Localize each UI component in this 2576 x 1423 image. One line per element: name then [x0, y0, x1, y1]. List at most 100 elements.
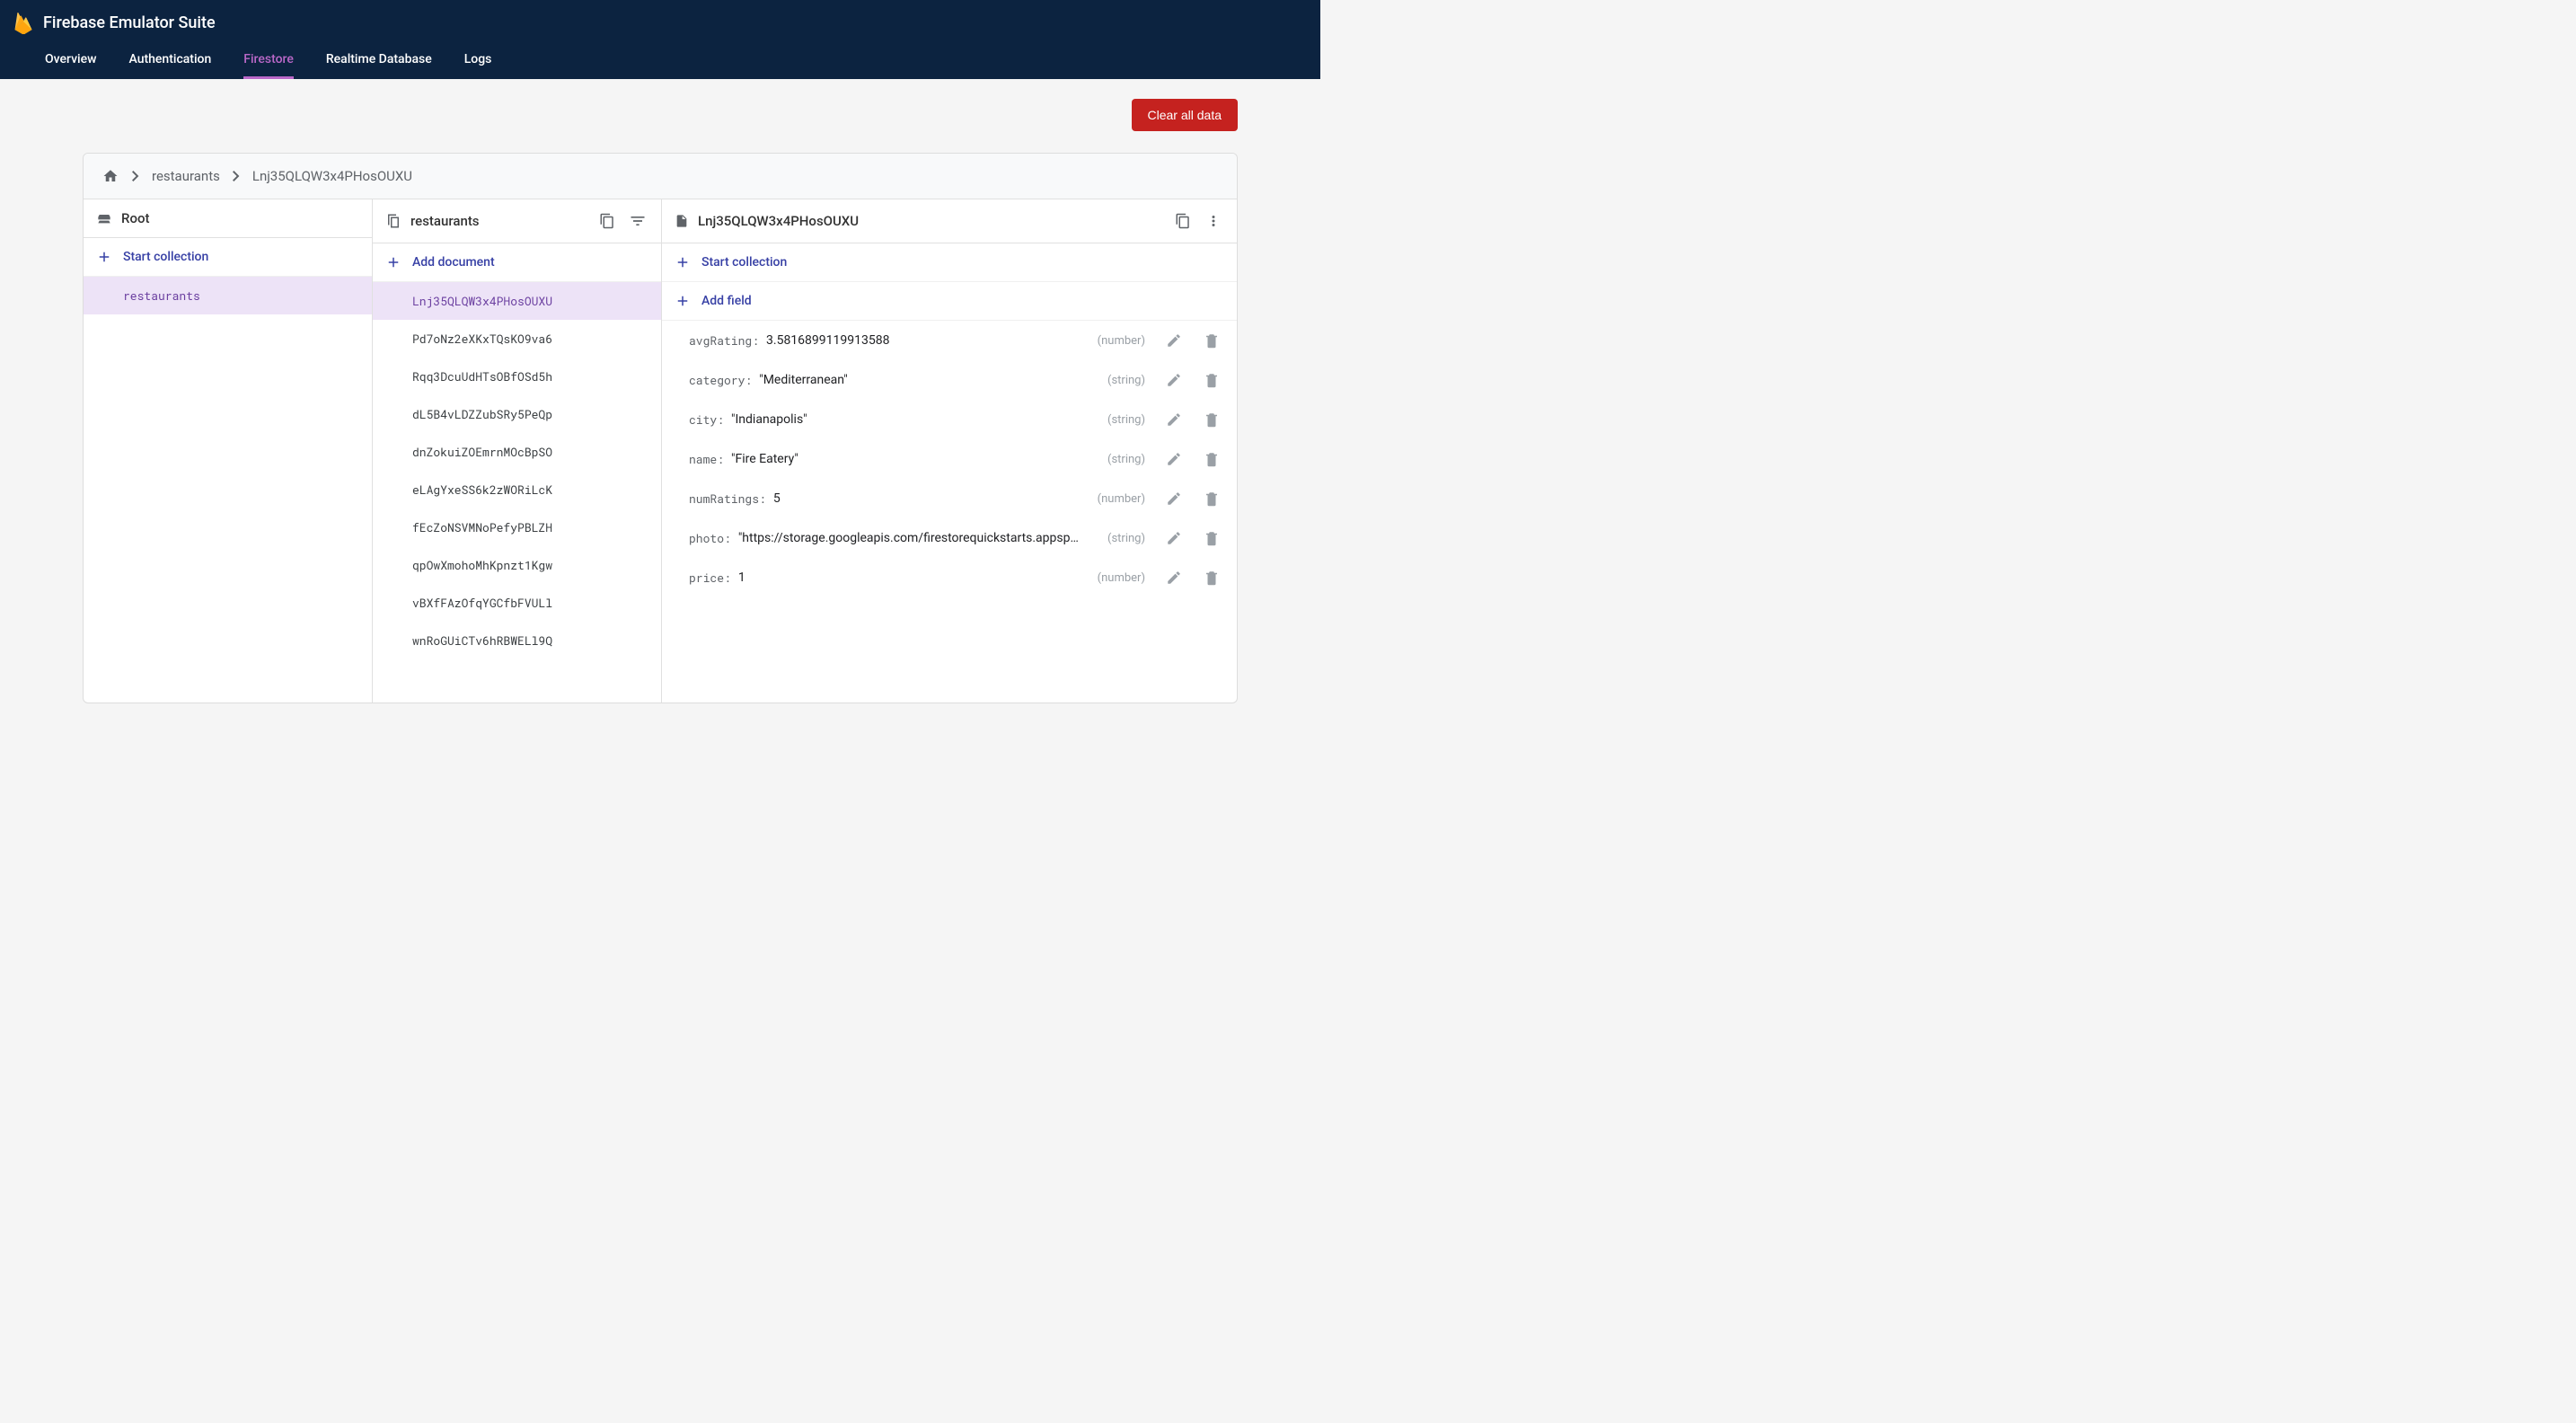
copy-button[interactable] — [1172, 210, 1194, 232]
documents-list: Lnj35QLQW3x4PHosOUXUPd7oNz2eXKxTQsKO9va6… — [373, 282, 661, 659]
document-panel-header: Lnj35QLQW3x4PHosOUXU — [662, 199, 1237, 243]
trash-icon — [1204, 332, 1220, 349]
start-collection-button[interactable]: Start collection — [84, 238, 372, 277]
field-type: (string) — [1107, 532, 1145, 545]
trash-icon — [1204, 411, 1220, 428]
pencil-icon — [1166, 332, 1182, 349]
document-item[interactable]: Lnj35QLQW3x4PHosOUXU — [373, 282, 661, 320]
field-type: (number) — [1098, 334, 1145, 348]
plus-icon — [675, 254, 691, 270]
breadcrumb-collection[interactable]: restaurants — [152, 168, 220, 184]
pencil-icon — [1166, 570, 1182, 586]
field-value: "Indianapolis" — [731, 412, 807, 427]
chevron-right-icon — [132, 171, 139, 181]
collection-item[interactable]: restaurants — [84, 277, 372, 314]
plus-icon — [96, 249, 112, 265]
document-icon — [675, 213, 689, 229]
document-panel: Lnj35QLQW3x4PHosOUXU Start collection Ad… — [662, 199, 1237, 703]
trash-icon — [1204, 530, 1220, 546]
document-item[interactable]: wnRoGUiCTv6hRBWELl9Q — [373, 622, 661, 659]
field-key: avgRating: — [689, 332, 759, 349]
document-item[interactable]: Pd7oNz2eXKxTQsKO9va6 — [373, 320, 661, 358]
database-icon — [96, 211, 112, 225]
document-item[interactable]: vBXfFAzOfqYGCfbFVULl — [373, 584, 661, 622]
root-panel-title: Root — [121, 210, 149, 226]
document-item[interactable]: fEcZoNSVMNoPefyPBLZH — [373, 508, 661, 546]
edit-field-button[interactable] — [1163, 488, 1185, 509]
clear-all-data-button[interactable]: Clear all data — [1132, 99, 1239, 131]
pencil-icon — [1166, 451, 1182, 467]
document-item[interactable]: dnZokuiZOEmrnMOcBpSO — [373, 433, 661, 471]
collections-list: restaurants — [84, 277, 372, 314]
delete-field-button[interactable] — [1201, 330, 1222, 351]
edit-field-button[interactable] — [1163, 567, 1185, 588]
field-key: numRatings: — [689, 491, 766, 507]
document-item[interactable]: dL5B4vLDZZubSRy5PeQp — [373, 395, 661, 433]
pencil-icon — [1166, 411, 1182, 428]
add-field-button[interactable]: Add field — [662, 282, 1237, 321]
breadcrumb-document[interactable]: Lnj35QLQW3x4PHosOUXU — [252, 168, 412, 184]
delete-field-button[interactable] — [1201, 488, 1222, 509]
pencil-icon — [1166, 530, 1182, 546]
tab-firestore[interactable]: Firestore — [243, 41, 294, 79]
field-key: price: — [689, 570, 731, 586]
delete-field-button[interactable] — [1201, 409, 1222, 430]
start-collection-label: Start collection — [701, 255, 787, 270]
nav-tabs: Overview Authentication Firestore Realtime … — [0, 41, 1320, 79]
field-row: price: 1 (number) — [662, 558, 1237, 597]
copy-button[interactable] — [596, 210, 618, 232]
field-row: numRatings:5(number) — [662, 479, 1237, 518]
field-value: "Fire Eatery" — [731, 452, 798, 466]
field-key: name: — [689, 451, 724, 467]
breadcrumb: restaurants Lnj35QLQW3x4PHosOUXU — [84, 154, 1237, 199]
field-type: (string) — [1107, 374, 1145, 387]
tab-realtime-database[interactable]: Realtime Database — [326, 41, 432, 79]
field-key: photo: — [689, 530, 731, 546]
more-menu-button[interactable] — [1203, 210, 1224, 232]
edit-field-button[interactable] — [1163, 527, 1185, 549]
collection-panel: restaurants Add document Lnj35QLQW3x4PHo… — [373, 199, 662, 703]
start-collection-button[interactable]: Start collection — [662, 243, 1237, 282]
root-panel: Root Start collection restaurants — [84, 199, 373, 703]
home-icon — [101, 168, 119, 184]
tab-overview[interactable]: Overview — [45, 41, 96, 79]
edit-field-button[interactable] — [1163, 330, 1185, 351]
field-row: city:"Indianapolis"(string) — [662, 400, 1237, 439]
filter-button[interactable] — [627, 210, 648, 232]
delete-field-button[interactable] — [1201, 527, 1222, 549]
field-value: 1 — [738, 570, 745, 585]
fields-list: avgRating:3.5816899119913588(number)cate… — [662, 321, 1237, 597]
edit-field-button[interactable] — [1163, 448, 1185, 470]
document-item[interactable]: eLAgYxeSS6k2zWORiLcK — [373, 471, 661, 508]
edit-field-button[interactable] — [1163, 409, 1185, 430]
trash-icon — [1204, 570, 1220, 586]
tab-logs[interactable]: Logs — [464, 41, 492, 79]
delete-field-button[interactable] — [1201, 369, 1222, 391]
add-document-label: Add document — [412, 255, 495, 270]
field-value: "Mediterranean" — [759, 373, 848, 387]
trash-icon — [1204, 451, 1220, 467]
field-row: photo:"https://storage.googleapis.com/fi… — [662, 518, 1237, 558]
app-header: Firebase Emulator Suite OverviewAuthenti… — [0, 0, 1320, 79]
collection-panel-header: restaurants — [373, 199, 661, 243]
trash-icon — [1204, 491, 1220, 507]
pencil-icon — [1166, 491, 1182, 507]
filter-icon — [629, 212, 647, 230]
document-panel-title: Lnj35QLQW3x4PHosOUXU — [698, 213, 859, 229]
add-document-button[interactable]: Add document — [373, 243, 661, 282]
field-type: (number) — [1098, 571, 1145, 585]
delete-field-button[interactable] — [1201, 448, 1222, 470]
tab-authentication[interactable]: Authentication — [128, 41, 211, 79]
field-type: (string) — [1107, 413, 1145, 427]
edit-field-button[interactable] — [1163, 369, 1185, 391]
start-collection-label: Start collection — [123, 250, 208, 264]
delete-field-button[interactable] — [1201, 567, 1222, 588]
pencil-icon — [1166, 372, 1182, 388]
chevron-right-icon — [233, 171, 240, 181]
breadcrumb-home[interactable] — [101, 168, 119, 184]
copy-icon — [599, 213, 615, 229]
plus-icon — [675, 293, 691, 309]
collection-icon — [385, 213, 401, 229]
document-item[interactable]: qpOwXmohoMhKpnzt1Kgw — [373, 546, 661, 584]
document-item[interactable]: Rqq3DcuUdHTsOBfOSd5h — [373, 358, 661, 395]
